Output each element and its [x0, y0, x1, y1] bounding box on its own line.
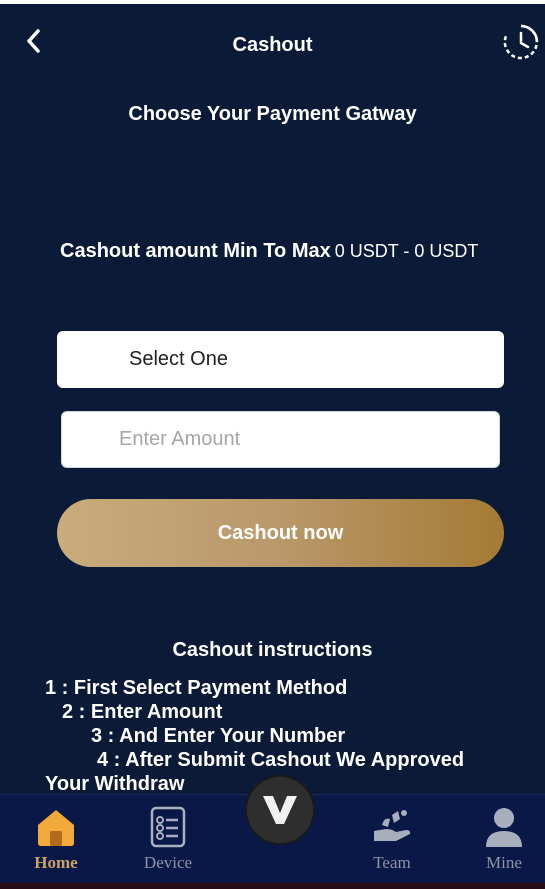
- payment-method-select[interactable]: Select One: [57, 331, 504, 388]
- team-hand-icon: [374, 810, 411, 841]
- user-icon: [486, 808, 522, 847]
- nav-item-home[interactable]: Home: [11, 795, 101, 889]
- clock-history-icon: [503, 24, 539, 60]
- range-value: 0 USDT - 0 USDT: [334, 241, 479, 261]
- nav-label-team: Team: [373, 853, 411, 872]
- header: Cashout: [0, 4, 545, 84]
- instruction-line: 2 : Enter Amount: [62, 701, 223, 723]
- instructions-title: Cashout instructions: [172, 639, 373, 661]
- amount-input[interactable]: [61, 411, 500, 468]
- instruction-line: Your Withdraw: [45, 773, 185, 795]
- nav-item-mine[interactable]: Mine: [459, 795, 545, 889]
- v-logo-icon: [263, 796, 297, 824]
- cashout-range: Cashout amount Min To Max 0 USDT - 0 USDT: [60, 240, 478, 263]
- nav-label-mine: Mine: [486, 853, 522, 872]
- nav-label-device: Device: [143, 853, 193, 872]
- bottom-nav: Home Device Team Mine: [0, 775, 545, 889]
- nav-item-device[interactable]: Device: [123, 795, 213, 889]
- home-icon: [38, 810, 74, 846]
- instruction-line: 1 : First Select Payment Method: [45, 677, 348, 699]
- nav-label-home: Home: [34, 853, 78, 872]
- page-title: Cashout: [232, 34, 313, 56]
- device-list-icon: [150, 806, 186, 848]
- instruction-line: 3 : And Enter Your Number: [91, 725, 346, 747]
- gateway-heading: Choose Your Payment Gatway: [128, 103, 417, 125]
- bottom-edge: [0, 883, 545, 889]
- cashout-button[interactable]: Cashout now: [57, 499, 504, 567]
- nav-item-center[interactable]: [245, 775, 315, 845]
- nav-item-team[interactable]: Team: [347, 795, 437, 889]
- payment-method-value: Select One: [129, 348, 228, 370]
- range-label: Cashout amount Min To Max: [60, 240, 331, 262]
- instruction-line: 4 : After Submit Cashout We Approved: [97, 749, 465, 771]
- history-button[interactable]: [501, 22, 541, 62]
